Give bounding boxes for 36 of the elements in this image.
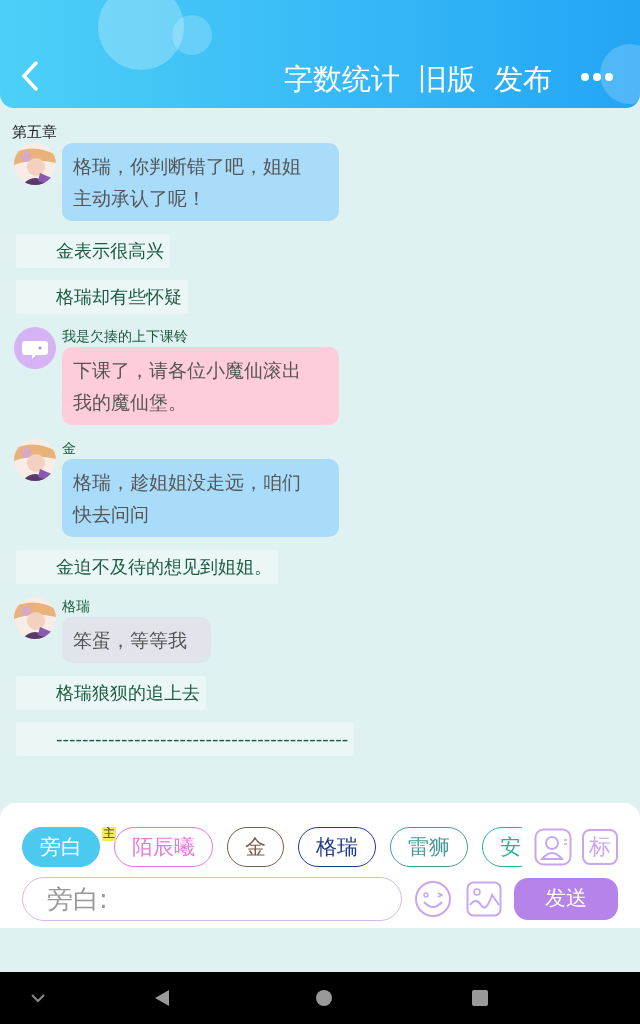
mark-button[interactable]: 标 [582,829,618,865]
back-triangle-icon[interactable] [154,989,170,1007]
narration-text: 格瑞却有些怀疑 [16,280,188,314]
header-action[interactable]: 发布 [494,65,552,94]
speaker-name: 格瑞 [62,597,91,615]
send-button[interactable]: 发送 [514,878,618,920]
role-chip[interactable]: 金 [227,827,284,867]
chat-bubble: 格瑞，趁姐姐没走远，咱们快去问问 [62,459,339,537]
narration-text: 金表示很高兴 [16,234,170,268]
contact-icon[interactable] [534,828,572,866]
chat-bubble: 格瑞，你判断错了吧，姐姐主动承认了呢！ [62,143,339,221]
chat-bubble: 下课了，请各位小魔仙滚出我的魔仙堡。 [62,347,339,425]
narration-text: 格瑞狼狈的追上去 [16,676,206,710]
more-icon[interactable] [580,72,614,82]
speaker-name: 我是欠揍的上下课铃 [62,327,189,345]
chapter-title: 第五章 [11,122,58,142]
role-chip[interactable]: 陌辰曦 [114,827,213,867]
role-chip[interactable]: 安 [482,827,522,867]
role-chip[interactable]: 格瑞 [298,827,376,867]
narration-text: --------------------------------------------- [16,722,355,756]
speaker-name: 金 [62,439,77,457]
recents-icon[interactable] [472,990,488,1006]
home-icon[interactable] [316,990,332,1006]
back-icon[interactable] [20,60,40,92]
chat-avatar-icon [14,327,56,369]
emoji-icon[interactable] [414,880,452,918]
image-icon[interactable] [466,881,502,917]
role-chip[interactable]: 旁白 [22,827,100,867]
role-chip[interactable]: 雷狮 [390,827,468,867]
narration-text: 金迫不及待的想见到姐姐。 [16,550,278,584]
main-badge: 主 [102,827,116,841]
message-input[interactable]: 旁白: [22,877,402,921]
chevron-down-icon[interactable] [30,993,46,1003]
chat-bubble: 笨蛋，等等我 [62,617,211,663]
header-action[interactable]: 旧版 [418,65,476,94]
header-action[interactable]: 字数统计 [284,65,400,94]
